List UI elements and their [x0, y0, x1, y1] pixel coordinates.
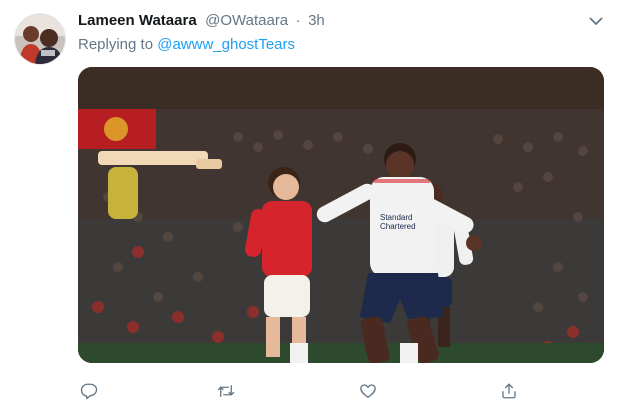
share-icon: [502, 383, 516, 399]
heart-icon: [360, 384, 376, 399]
display-name[interactable]: Lameen Wataara: [78, 12, 197, 29]
tweet-header: Lameen Wataara @OWataara · 3h: [78, 12, 604, 34]
tweet-actions: [78, 380, 548, 402]
more-options-chevron-icon[interactable]: [588, 14, 604, 28]
like-button[interactable]: [357, 380, 379, 402]
reply-button[interactable]: [78, 380, 100, 402]
replying-to-line: Replying to @awww_ghostTears: [78, 36, 295, 53]
avatar[interactable]: [14, 13, 66, 65]
avatar-image: [15, 14, 65, 64]
tweet-media-image[interactable]: Standard Chartered: [78, 67, 604, 363]
timestamp[interactable]: 3h: [308, 12, 325, 29]
football-photo: Standard Chartered: [78, 67, 604, 363]
retweet-icon: [217, 385, 235, 397]
replying-to-link[interactable]: @awww_ghostTears: [157, 36, 295, 53]
separator-dot: ·: [295, 12, 301, 29]
tweet-card[interactable]: Lameen Wataara @OWataara · 3h Replying t…: [0, 0, 620, 412]
sponsor-text-1: Standard: [380, 213, 412, 222]
share-button[interactable]: [498, 380, 520, 402]
reply-icon: [80, 383, 98, 400]
retweet-button[interactable]: [215, 380, 237, 402]
replying-to-label: Replying to: [78, 36, 154, 53]
user-handle[interactable]: @OWataara: [205, 12, 288, 29]
sponsor-text-2: Chartered: [380, 222, 416, 231]
